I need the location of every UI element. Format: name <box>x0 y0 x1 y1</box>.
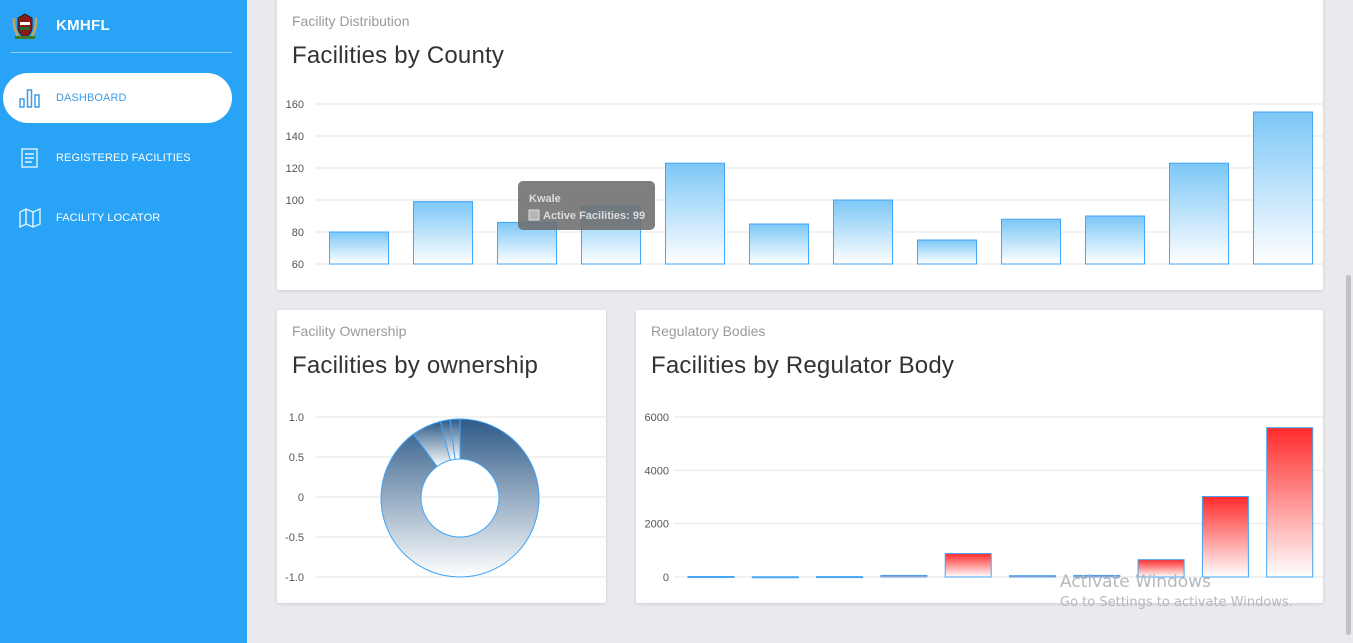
chart-bar <box>1169 162 1229 265</box>
chart-bar <box>917 239 977 265</box>
ownership-donut-chart: 1.0 0.5 0 -0.5 -1.0 <box>285 412 606 584</box>
y-tick-label: 0 <box>663 572 669 584</box>
regulator-bar-chart: 6000 4000 2000 0 <box>645 412 1323 584</box>
facilities-by-regulator-card: Regulatory Bodies Facilities by Regulato… <box>636 310 1323 603</box>
chart-bar <box>1085 215 1145 265</box>
y-tick-label: 1.0 <box>289 412 304 424</box>
facilities-by-county-card: Facility Distribution Facilities by Coun… <box>277 0 1323 290</box>
watermark-title: Activate Windows <box>1060 572 1211 592</box>
sidebar-item-registered-facilities[interactable]: REGISTERED FACILITIES <box>3 133 232 183</box>
watermark-subtitle: Go to Settings to activate Windows. <box>1060 595 1293 610</box>
chart-bar <box>749 223 809 265</box>
chart-bar <box>1201 495 1249 578</box>
chart-bar <box>413 201 473 265</box>
chart-bar <box>665 162 725 265</box>
y-tick-label: 100 <box>286 195 304 207</box>
chart-bar <box>1253 111 1313 265</box>
y-tick-label: 0.5 <box>289 452 304 464</box>
y-tick-label: 80 <box>292 227 304 239</box>
chart-bar <box>833 199 893 265</box>
tooltip-title: Kwale <box>529 193 561 205</box>
sidebar-divider <box>10 52 232 53</box>
map-icon <box>15 208 45 228</box>
tooltip-label: Active Facilities: 99 <box>543 210 645 222</box>
y-tick-label: 120 <box>286 163 304 175</box>
y-tick-label: -0.5 <box>285 532 304 544</box>
y-tick-label: -1.0 <box>285 572 304 584</box>
sidebar-item-label: DASHBOARD <box>56 92 127 104</box>
scrollbar-thumb[interactable] <box>1346 275 1351 635</box>
chart-tooltip: Kwale Active Facilities: 99 <box>518 181 655 230</box>
county-bar-chart: 160 140 120 100 80 60 Kwale Active Facilities: … <box>286 99 1323 271</box>
chart-bar <box>329 231 389 265</box>
y-tick-label: 4000 <box>645 465 669 477</box>
chart-bar <box>1009 575 1056 578</box>
sidebar: KMHFL DASHBOARD REGISTERED FACILITIES FA… <box>0 0 247 643</box>
document-icon <box>15 147 45 169</box>
y-tick-label: 60 <box>292 259 304 271</box>
y-tick-label: 0 <box>298 492 304 504</box>
y-tick-label: 6000 <box>645 412 669 424</box>
y-tick-label: 140 <box>286 131 304 143</box>
brand-name: KMHFL <box>56 16 110 34</box>
facilities-by-ownership-card: Facility Ownership Facilities by ownersh… <box>277 310 606 603</box>
coat-of-arms-icon <box>12 13 38 39</box>
chart-bar <box>751 576 799 579</box>
activate-windows-watermark: Activate Windows Go to Settings to activ… <box>1060 572 1293 610</box>
sidebar-item-label: REGISTERED FACILITIES <box>56 152 191 164</box>
chart-bar <box>1001 218 1061 265</box>
sidebar-item-facility-locator[interactable]: FACILITY LOCATOR <box>3 193 232 243</box>
tooltip-box <box>518 181 655 230</box>
brand[interactable]: KMHFL <box>10 8 110 42</box>
chart-bar <box>816 576 864 579</box>
sidebar-item-dashboard[interactable]: DASHBOARD <box>3 73 232 123</box>
tooltip-swatch <box>528 209 540 221</box>
chart-bar <box>687 575 735 578</box>
y-tick-label: 2000 <box>645 519 669 531</box>
chart-bar <box>880 574 928 578</box>
y-tick-label: 160 <box>286 99 304 111</box>
bar-chart-icon <box>15 88 45 108</box>
chart-bar <box>944 553 992 578</box>
sidebar-item-label: FACILITY LOCATOR <box>56 212 161 224</box>
chart-bar <box>1266 427 1314 578</box>
